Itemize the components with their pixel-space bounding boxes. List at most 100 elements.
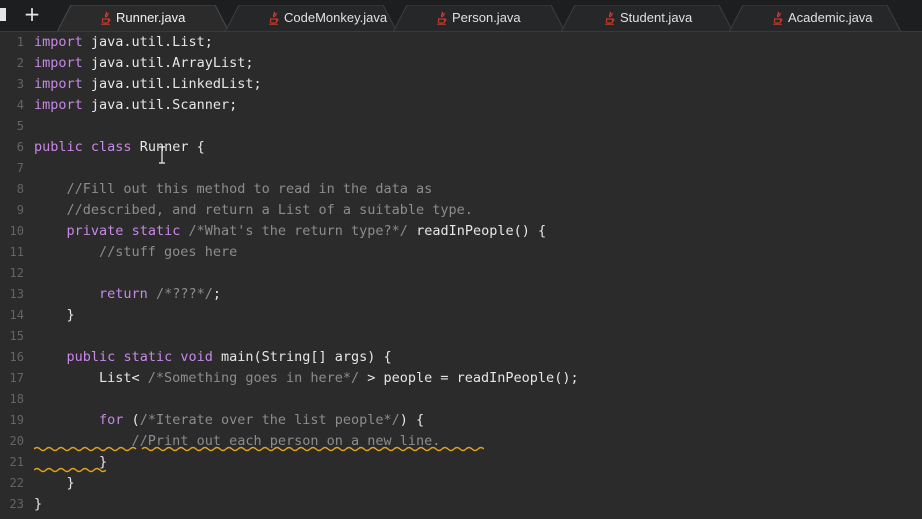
code-token: java.util.ArrayList; [82,55,254,71]
line-number: 1 [16,35,24,49]
code-token: java.util.Scanner; [82,97,238,113]
tab-label: Runner.java [116,10,186,25]
code-token: ) { [399,412,425,428]
line-number: 15 [9,329,24,343]
line-number: 17 [9,371,24,385]
tab-label: Person.java [452,10,521,25]
code-token: readInPeople() { [407,223,547,239]
line-number: 7 [16,161,24,175]
line-number: 9 [16,203,24,217]
code-line[interactable]: public class Runner { [34,137,205,158]
code-token: } [34,496,43,512]
keyword-token: public [66,349,116,365]
java-file-icon [773,11,783,25]
line-number: 18 [9,392,24,406]
line-number: 11 [9,245,24,259]
tab-label: Student.java [620,10,693,25]
new-tab-button[interactable]: + [22,2,42,26]
line-number: 5 [16,119,24,133]
line-number: 19 [9,413,24,427]
line-number: 10 [9,224,24,238]
keyword-token: import [34,34,83,50]
line-number: 13 [9,287,24,301]
tab-4[interactable]: Academic.java [729,5,901,32]
window-marker [0,8,6,21]
line-number: 2 [16,56,24,70]
comment-token: /*Iterate over the list people*/ [139,412,400,428]
code-token: > people = readInPeople(); [359,370,579,386]
line-number: 20 [9,434,24,448]
comment-token: /*???*/ [155,286,213,302]
keyword-token: class [90,139,132,155]
code-line[interactable]: for (/*Iterate over the list people*/) { [34,410,424,431]
code-token: } [34,307,75,323]
tab-2[interactable]: Person.java [393,5,565,32]
tab-1[interactable]: CodeMonkey.java [225,5,397,32]
keyword-token: import [34,55,83,71]
line-number: 8 [16,182,24,196]
comment-token: /*What's the return type?*/ [188,223,408,239]
tab-label: Academic.java [788,10,873,25]
code-token: Runner { [131,139,205,155]
code-line[interactable]: } [34,494,42,515]
line-number: 6 [16,140,24,154]
keyword-token: static [123,349,173,365]
java-file-icon [437,11,447,25]
keyword-token: import [34,76,83,92]
comment-token: //stuff goes here [99,244,238,260]
code-line[interactable]: } [34,305,75,326]
tab-label: CodeMonkey.java [284,10,388,25]
code-line[interactable]: //stuff goes here [34,242,237,263]
code-token: List< [34,370,148,386]
keyword-token: static [131,223,181,239]
warning-squiggle-line-21 [34,467,106,473]
keyword-token: public [34,139,83,155]
keyword-token: private [66,223,124,239]
keyword-token: return [99,286,148,302]
code-token: ; [212,286,221,302]
java-file-icon [605,11,615,25]
keyword-token: void [180,349,213,365]
line-number: 21 [9,455,24,469]
code-line[interactable]: return /*???*/; [34,284,221,305]
line-number: 4 [16,98,24,112]
code-line[interactable]: import java.util.Scanner; [34,95,237,116]
code-token: } [34,475,75,491]
code-line[interactable]: import java.util.ArrayList; [34,53,253,74]
keyword-token: for [99,412,124,428]
code-line[interactable]: public static void main(String[] args) { [34,347,392,368]
code-line[interactable]: private static /*What's the return type?… [34,221,547,242]
line-number: 22 [9,476,24,490]
tab-0[interactable]: Runner.java [57,5,229,32]
tab-3[interactable]: Student.java [561,5,733,32]
comment-token: //Fill out this method to read in the da… [66,181,433,197]
code-editor[interactable]: 1 2 3 4 5 6 7 8 9 10 11 12 13 14 15 16 17 18 19 20 21 22 23 im… [0,32,922,519]
comment-token: //described, and return a List of a suit… [66,202,473,218]
code-line[interactable]: import java.util.List; [34,32,213,53]
code-token: ( [123,412,140,428]
code-line[interactable]: //described, and return a List of a suit… [34,200,473,221]
code-line[interactable]: import java.util.LinkedList; [34,74,262,95]
code-token: java.util.LinkedList; [82,76,262,92]
line-number: 3 [16,77,24,91]
java-file-icon [269,11,279,25]
code-line[interactable]: //Fill out this method to read in the da… [34,179,433,200]
ibeam-cursor-icon [159,146,165,164]
code-line[interactable]: List< /*Something goes in here*/ > peopl… [34,368,579,389]
code-line[interactable]: } [34,473,75,494]
line-number: 14 [9,308,24,322]
line-number: 23 [9,497,24,511]
code-token: main(String[] args) { [212,349,392,365]
line-number: 12 [9,266,24,280]
tab-bar: + Runner.java CodeMonkey.java Person.java S… [0,0,922,32]
code-token: java.util.List; [82,34,213,50]
